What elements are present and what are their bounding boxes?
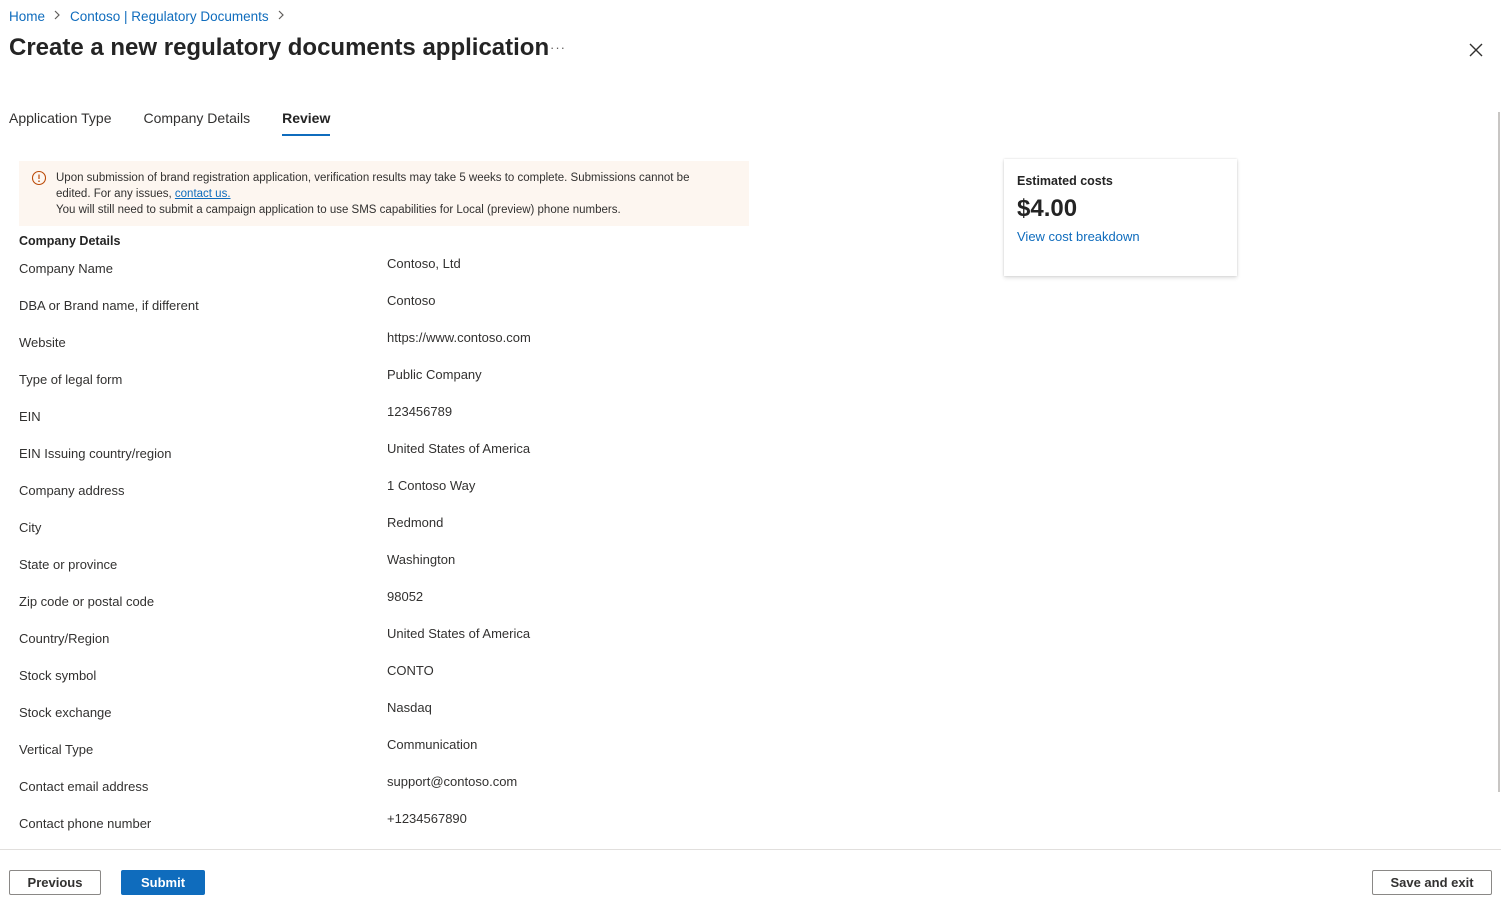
- footer-divider: [0, 849, 1501, 850]
- detail-label: EIN Issuing country/region: [19, 446, 172, 461]
- more-options-button[interactable]: ···: [550, 40, 566, 55]
- detail-label: EIN: [19, 409, 41, 424]
- detail-label: State or province: [19, 557, 118, 572]
- detail-value: 123456789: [387, 404, 453, 419]
- detail-row: EIN 123456789: [19, 403, 719, 440]
- contact-us-link[interactable]: contact us.: [175, 188, 231, 200]
- detail-value: United States of America: [387, 626, 531, 641]
- detail-label: Vertical Type: [19, 742, 94, 757]
- detail-value: 1 Contoso Way: [387, 478, 476, 493]
- detail-row: Website https://www.contoso.com: [19, 329, 719, 366]
- estimated-costs-card: Estimated costs $4.00 View cost breakdow…: [1004, 159, 1237, 276]
- detail-value: Redmond: [387, 515, 444, 530]
- detail-value: +1234567890: [387, 811, 467, 826]
- estimated-costs-label: Estimated costs: [1017, 174, 1113, 188]
- detail-label: Stock symbol: [19, 668, 97, 683]
- detail-label: Website: [19, 335, 66, 350]
- detail-row: DBA or Brand name, if different Contoso: [19, 292, 719, 329]
- breadcrumb-home-link[interactable]: Home: [9, 9, 45, 24]
- detail-row: City Redmond: [19, 514, 719, 551]
- detail-value: Nasdaq: [387, 700, 432, 715]
- submit-button[interactable]: Submit: [121, 870, 205, 895]
- tab-company-details[interactable]: Company Details: [143, 110, 250, 136]
- detail-label: Country/Region: [19, 631, 110, 646]
- detail-row: Contact email address support@contoso.com: [19, 773, 719, 810]
- close-icon[interactable]: [1466, 40, 1486, 60]
- detail-row: Stock exchange Nasdaq: [19, 699, 719, 736]
- company-details-list: Company Name Contoso, Ltd DBA or Brand nam…: [19, 255, 719, 847]
- company-details-heading: Company Details: [19, 234, 121, 248]
- warning-text-line3: You will still need to submit a campaign…: [56, 204, 621, 216]
- detail-label: DBA or Brand name, if different: [19, 298, 199, 313]
- detail-value: United States of America: [387, 441, 531, 456]
- detail-row: State or province Washington: [19, 551, 719, 588]
- detail-row: Company address 1 Contoso Way: [19, 477, 719, 514]
- detail-row: Zip code or postal code 98052: [19, 588, 719, 625]
- page-title: Create a new regulatory documents applic…: [9, 34, 550, 61]
- detail-value: https://www.contoso.com: [387, 330, 531, 345]
- detail-row: Stock symbol CONTO: [19, 662, 719, 699]
- detail-value: Washington: [387, 552, 456, 567]
- detail-label: Company address: [19, 483, 125, 498]
- detail-value: 98052: [387, 589, 424, 604]
- detail-value: CONTO: [387, 663, 434, 678]
- scrollbar-thumb[interactable]: [1498, 112, 1500, 792]
- warning-circle-icon: [31, 170, 47, 186]
- detail-row: Type of legal form Public Company: [19, 366, 719, 403]
- detail-row: Vertical Type Communication: [19, 736, 719, 773]
- chevron-right-icon: [278, 10, 285, 23]
- warning-banner: Upon submission of brand registration ap…: [19, 161, 749, 226]
- detail-label: City: [19, 520, 42, 535]
- view-cost-breakdown-link[interactable]: View cost breakdown: [1017, 229, 1140, 244]
- warning-text-line1: Upon submission of brand registration ap…: [56, 172, 690, 184]
- chevron-right-icon: [54, 10, 61, 23]
- estimated-costs-amount: $4.00: [1017, 195, 1078, 222]
- breadcrumb: Home Contoso | Regulatory Documents: [9, 9, 294, 24]
- detail-label: Contact email address: [19, 779, 149, 794]
- detail-value: Communication: [387, 737, 478, 752]
- detail-row: Company Name Contoso, Ltd: [19, 255, 719, 292]
- tab-application-type[interactable]: Application Type: [9, 110, 111, 136]
- detail-row: EIN Issuing country/region United States …: [19, 440, 719, 477]
- previous-button[interactable]: Previous: [9, 870, 101, 895]
- detail-label: Company Name: [19, 261, 113, 276]
- detail-value: Contoso, Ltd: [387, 256, 461, 271]
- wizard-tabs: Application Type Company Details Review: [9, 110, 362, 136]
- warning-text-line2: edited. For any issues, contact us.: [56, 186, 737, 202]
- detail-row: Country/Region United States of America: [19, 625, 719, 662]
- detail-label: Contact phone number: [19, 816, 152, 831]
- save-and-exit-button[interactable]: Save and exit: [1372, 870, 1492, 895]
- tab-review[interactable]: Review: [282, 110, 331, 136]
- breadcrumb-regulatory-documents-link[interactable]: Contoso | Regulatory Documents: [70, 9, 269, 24]
- detail-row: Contact phone number +1234567890: [19, 810, 719, 847]
- warning-text-line2-prefix: edited. For any issues,: [56, 188, 175, 200]
- detail-value: Contoso: [387, 293, 436, 308]
- detail-value: Public Company: [387, 367, 482, 382]
- detail-label: Zip code or postal code: [19, 594, 155, 609]
- detail-label: Type of legal form: [19, 372, 123, 387]
- detail-label: Stock exchange: [19, 705, 112, 720]
- detail-value: support@contoso.com: [387, 774, 518, 789]
